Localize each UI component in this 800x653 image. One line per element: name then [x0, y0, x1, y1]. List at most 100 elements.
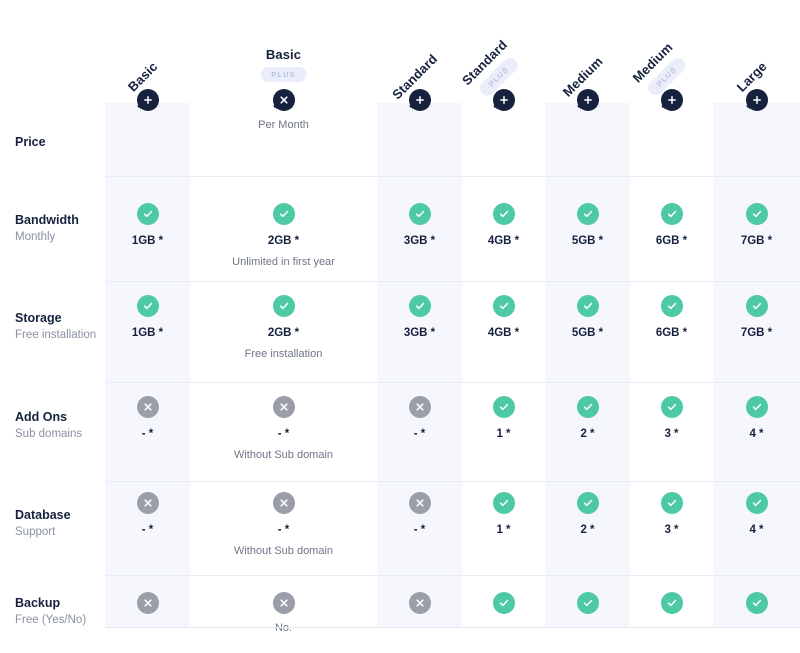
- cell-note: Free installation: [244, 348, 323, 360]
- check-icon: [660, 592, 683, 614]
- column-expand-toggle[interactable]: [136, 89, 159, 111]
- column-background: [713, 103, 800, 627]
- cell-value: 1 *: [496, 524, 511, 536]
- cell-value: 3GB *: [403, 235, 436, 247]
- check-icon: [492, 203, 515, 225]
- column-header[interactable]: Basic: [105, 0, 190, 94]
- column-expand-toggle[interactable]: [576, 89, 599, 111]
- feature-row-label: Database Support: [15, 507, 110, 540]
- table-cell: 5GB *: [545, 203, 630, 248]
- cell-value: 2GB *: [267, 327, 300, 339]
- column-header[interactable]: Basic PLUS: [190, 0, 377, 88]
- cell-note: Unlimited in first year: [232, 256, 335, 268]
- check-icon: [745, 295, 768, 317]
- row-divider: [105, 481, 800, 482]
- cell-value: - *: [277, 428, 290, 440]
- column-expand-toggle[interactable]: [492, 89, 515, 111]
- cell-value: - *: [413, 524, 426, 536]
- column-collapse-toggle[interactable]: [272, 89, 295, 111]
- table-cell: No.: [190, 592, 377, 635]
- cell-value: 7GB *: [740, 235, 773, 247]
- check-icon: [660, 295, 683, 317]
- feature-title: Add Ons: [15, 410, 68, 424]
- feature-subtitle: Free installation: [15, 329, 97, 341]
- table-cell: - *: [105, 492, 190, 537]
- column-expand-toggle[interactable]: [408, 89, 431, 111]
- column-background: [377, 103, 462, 627]
- check-icon: [492, 396, 515, 418]
- cell-value: 1GB *: [131, 327, 164, 339]
- column-header[interactable]: Large: [713, 0, 800, 95]
- cell-value: - *: [413, 428, 426, 440]
- cell-value: 5GB *: [571, 235, 604, 247]
- check-icon: [408, 203, 431, 225]
- cross-icon: [136, 492, 159, 514]
- table-cell: [462, 592, 545, 614]
- column-expand-toggle[interactable]: [745, 89, 768, 111]
- table-cell: 1GB *: [105, 203, 190, 248]
- feature-subtitle: Monthly: [15, 231, 56, 243]
- check-icon: [408, 295, 431, 317]
- check-icon: [660, 396, 683, 418]
- column-header[interactable]: Standard PLUS: [459, 0, 545, 99]
- check-icon: [576, 203, 599, 225]
- cell-note: Without Sub domain: [233, 449, 334, 461]
- check-icon: [136, 203, 159, 225]
- table-cell: - *: [377, 396, 462, 441]
- feature-row-label: Bandwidth Monthly: [15, 212, 110, 245]
- check-icon: [492, 492, 515, 514]
- cell-value: 4GB *: [487, 327, 520, 339]
- table-cell: 6GB *: [630, 295, 713, 340]
- table-cell: [713, 592, 800, 614]
- feature-subtitle: Support: [15, 526, 56, 538]
- check-icon: [576, 295, 599, 317]
- table-cell: [377, 592, 462, 614]
- column-header[interactable]: Standard: [377, 0, 462, 102]
- cell-value: 5GB *: [571, 327, 604, 339]
- plan-plus-badge: PLUS: [260, 67, 307, 82]
- cell-value: 3 *: [664, 428, 679, 440]
- table-cell: 3 *: [630, 492, 713, 537]
- check-icon: [745, 592, 768, 614]
- column-expand-toggle[interactable]: [660, 89, 683, 111]
- cell-note: Per Month: [258, 119, 309, 131]
- table-cell: 7GB *: [713, 203, 800, 248]
- feature-row-label: Add Ons Sub domains: [15, 409, 110, 442]
- cross-icon: [408, 396, 431, 418]
- table-cell: 1 *: [462, 492, 545, 537]
- table-cell: - * Without Sub domain: [190, 492, 377, 558]
- table-cell: 4 *: [713, 396, 800, 441]
- check-icon: [492, 295, 515, 317]
- row-divider: [105, 382, 800, 383]
- table-cell: - *: [377, 492, 462, 537]
- feature-subtitle: Free (Yes/No): [15, 614, 87, 626]
- table-cell: 4GB *: [462, 295, 545, 340]
- column-background: [105, 103, 190, 627]
- check-icon: [745, 396, 768, 418]
- table-cell: [545, 592, 630, 614]
- cross-icon: [272, 592, 295, 614]
- cross-icon: [136, 592, 159, 614]
- table-cell: 2 *: [545, 396, 630, 441]
- check-icon: [660, 492, 683, 514]
- row-divider: [105, 176, 800, 177]
- table-cell: 7GB *: [713, 295, 800, 340]
- check-icon: [272, 295, 295, 317]
- cell-value: 7GB *: [740, 327, 773, 339]
- table-cell: 3GB *: [377, 295, 462, 340]
- column-header[interactable]: Medium: [545, 0, 630, 100]
- cross-icon: [272, 396, 295, 418]
- cell-value: 4 *: [749, 524, 764, 536]
- cell-value: 1 *: [496, 428, 511, 440]
- feature-title: Backup: [15, 596, 61, 610]
- table-cell: 6GB *: [630, 203, 713, 248]
- check-icon: [272, 203, 295, 225]
- cell-value: 3 *: [664, 524, 679, 536]
- plan-name: Basic: [265, 47, 302, 62]
- cell-value: 2GB *: [267, 235, 300, 247]
- cell-value: 3GB *: [403, 327, 436, 339]
- column-header[interactable]: Medium PLUS: [629, 0, 713, 99]
- feature-title: Bandwidth: [15, 213, 79, 227]
- table-cell: 1GB *: [105, 295, 190, 340]
- table-cell: 3GB *: [377, 203, 462, 248]
